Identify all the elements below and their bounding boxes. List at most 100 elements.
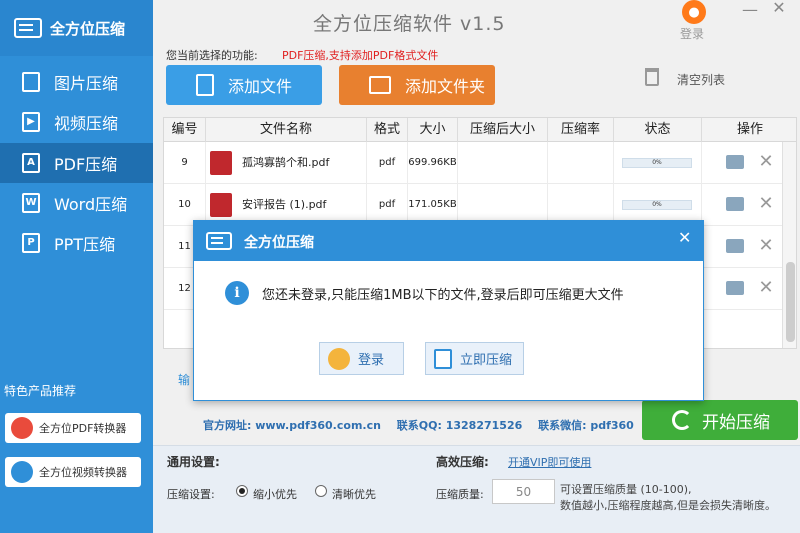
file-name-text: 安评报告 (1).pdf bbox=[242, 198, 327, 211]
featured-label: 全方位视频转换器 bbox=[39, 466, 127, 479]
compression-ratio bbox=[548, 142, 614, 184]
image-icon bbox=[22, 72, 40, 92]
sidebar-item-ppt[interactable]: P PPT压缩 bbox=[0, 223, 153, 263]
sidebar-item-label: PDF压缩 bbox=[54, 155, 118, 174]
column-header: 大小 bbox=[408, 118, 458, 142]
word-icon: W bbox=[22, 193, 40, 213]
column-header: 压缩率 bbox=[548, 118, 614, 142]
sidebar-item-label: 图片压缩 bbox=[54, 74, 119, 93]
open-folder-icon[interactable] bbox=[726, 155, 744, 169]
radio-small-first[interactable] bbox=[236, 485, 248, 497]
logo-text: 全方位压缩 bbox=[50, 19, 126, 38]
column-header: 状态 bbox=[614, 118, 702, 142]
featured-label: 全方位PDF转换器 bbox=[39, 422, 127, 435]
trash-icon[interactable] bbox=[645, 68, 659, 86]
video-icon: ▶ bbox=[22, 112, 40, 132]
start-compress-label: 开始压缩 bbox=[702, 412, 770, 433]
row-number: 9 bbox=[164, 142, 206, 184]
delete-icon[interactable]: ✕ bbox=[758, 278, 774, 298]
app-logo: 全方位压缩 bbox=[0, 0, 153, 56]
start-compress-button[interactable]: 开始压缩 bbox=[642, 400, 798, 440]
user-icon[interactable]: ● bbox=[682, 0, 706, 24]
open-folder-icon[interactable] bbox=[726, 197, 744, 211]
dialog-close-button[interactable]: ✕ bbox=[678, 228, 691, 247]
featured-title: 特色产品推荐 bbox=[4, 384, 77, 398]
file-format: pdf bbox=[367, 142, 408, 184]
refresh-icon bbox=[672, 410, 692, 430]
delete-icon[interactable]: ✕ bbox=[758, 152, 774, 172]
progress-bar: 0% bbox=[622, 200, 692, 210]
quality-input[interactable] bbox=[492, 479, 555, 504]
video-converter-icon bbox=[11, 461, 33, 483]
sidebar-item-word[interactable]: W Word压缩 bbox=[0, 183, 153, 223]
qq-text: 联系QQ: 1328271526 bbox=[396, 419, 523, 432]
compressed-size bbox=[458, 142, 548, 184]
add-folder-button[interactable]: 添加文件夹 bbox=[339, 65, 495, 105]
login-label[interactable]: 登录 bbox=[680, 25, 704, 42]
featured-pdf-converter[interactable]: 全方位PDF转换器 bbox=[5, 413, 141, 443]
minimize-button[interactable]: — bbox=[741, 0, 759, 20]
clear-list-button[interactable]: 清空列表 bbox=[677, 71, 725, 88]
website-text: 官方网址: www.pdf360.com.cn bbox=[203, 419, 381, 432]
settings-panel: 通用设置: 压缩设置: 缩小优先 清晰优先 高效压缩: 开通VIP即可使用 压缩… bbox=[153, 445, 800, 533]
pdf-converter-icon bbox=[11, 417, 33, 439]
dialog-title: 全方位压缩 bbox=[244, 235, 314, 251]
radio-clear-first[interactable] bbox=[315, 485, 327, 497]
sidebar-item-video[interactable]: ▶ 视频压缩 bbox=[0, 102, 153, 142]
output-path-label: 输 bbox=[178, 373, 191, 387]
quality-hint: 可设置压缩质量 (10-100), bbox=[560, 483, 692, 496]
column-header: 格式 bbox=[367, 118, 408, 142]
delete-icon[interactable]: ✕ bbox=[758, 236, 774, 256]
function-value: PDF压缩,支持添加PDF格式文件 bbox=[282, 49, 439, 62]
quality-label: 压缩质量: bbox=[436, 488, 484, 501]
add-file-button[interactable]: 添加文件 bbox=[166, 65, 322, 105]
pdf-file-icon bbox=[210, 151, 232, 175]
login-prompt-dialog: 全方位压缩 ✕ i 您还未登录,只能压缩1MB以下的文件,登录后即可压缩更大文件… bbox=[193, 220, 704, 401]
efficient-compress-title: 高效压缩: bbox=[436, 455, 489, 469]
wechat-text: 联系微信: pdf360 bbox=[538, 419, 634, 432]
open-folder-icon[interactable] bbox=[726, 239, 744, 253]
pdf-icon: A bbox=[22, 153, 40, 173]
user-icon bbox=[328, 347, 350, 370]
file-name: 孤鸿寡鹄个和.pdf bbox=[206, 142, 367, 184]
function-label: 您当前选择的功能: bbox=[166, 49, 258, 62]
sidebar-item-label: PPT压缩 bbox=[54, 235, 116, 254]
sidebar-item-pdf[interactable]: A PDF压缩 bbox=[0, 143, 153, 183]
quality-hint: 数值越小,压缩程度越高,但是会损失清晰度。 bbox=[560, 499, 776, 512]
status-cell: 0% bbox=[614, 142, 702, 184]
folder-icon bbox=[369, 76, 391, 94]
scrollbar-thumb[interactable] bbox=[786, 262, 795, 342]
column-header: 文件名称 bbox=[206, 118, 367, 142]
add-file-label: 添加文件 bbox=[228, 77, 293, 96]
table-row[interactable]: 9 孤鸿寡鹄个和.pdf pdf 699.96KB 0% ✕ bbox=[164, 142, 782, 184]
radio-small-first-label[interactable]: 缩小优先 bbox=[253, 486, 297, 502]
compress-icon bbox=[434, 348, 452, 369]
logo-icon bbox=[14, 18, 42, 38]
sidebar-item-label: 视频压缩 bbox=[54, 114, 119, 133]
logo-icon bbox=[206, 232, 232, 250]
scrollbar[interactable] bbox=[782, 142, 796, 348]
vip-link[interactable]: 开通VIP即可使用 bbox=[508, 454, 591, 470]
app-title: 全方位压缩软件 v1.5 bbox=[313, 13, 506, 35]
dialog-compress-now-button[interactable]: 立即压缩 bbox=[425, 342, 524, 375]
progress-bar: 0% bbox=[622, 158, 692, 168]
sidebar-item-image[interactable]: 图片压缩 bbox=[0, 62, 153, 102]
open-folder-icon[interactable] bbox=[726, 281, 744, 295]
delete-icon[interactable]: ✕ bbox=[758, 194, 774, 214]
close-button[interactable]: ✕ bbox=[770, 0, 788, 18]
dialog-login-button[interactable]: 登录 bbox=[319, 342, 404, 375]
featured-video-converter[interactable]: 全方位视频转换器 bbox=[5, 457, 141, 487]
info-icon: i bbox=[225, 281, 249, 305]
file-size: 699.96KB bbox=[408, 142, 458, 184]
contact-info: 官方网址: www.pdf360.com.cn 联系QQ: 1328271526… bbox=[203, 417, 646, 433]
add-folder-label: 添加文件夹 bbox=[405, 77, 486, 96]
file-icon bbox=[196, 74, 214, 96]
radio-clear-first-label[interactable]: 清晰优先 bbox=[332, 486, 376, 502]
column-header: 压缩后大小 bbox=[458, 118, 548, 142]
general-settings-title: 通用设置: bbox=[167, 455, 220, 469]
title-bar: 全方位压缩软件 v1.5 ● 登录 — ✕ bbox=[153, 0, 800, 44]
column-header: 编号 bbox=[164, 118, 206, 142]
table-header: 编号 文件名称 格式 大小 压缩后大小 压缩率 状态 操作 bbox=[164, 118, 796, 142]
pdf-file-icon bbox=[210, 193, 232, 217]
file-name-text: 孤鸿寡鹄个和.pdf bbox=[242, 156, 330, 169]
